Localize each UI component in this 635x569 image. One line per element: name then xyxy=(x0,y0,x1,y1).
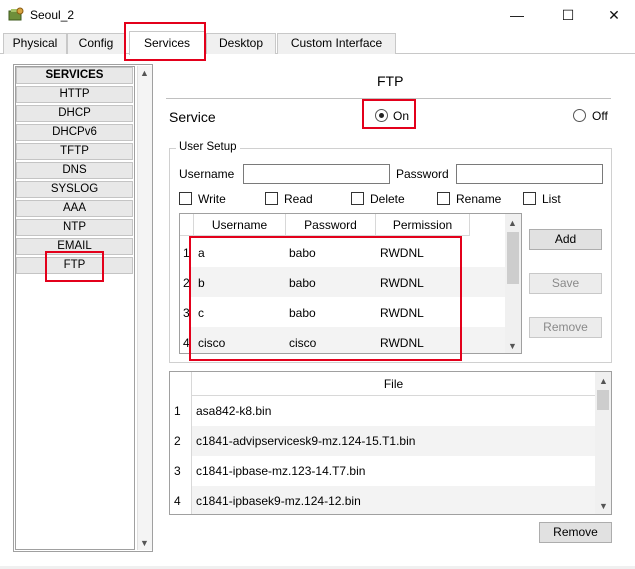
scroll-down-icon[interactable]: ▼ xyxy=(596,501,611,511)
list-checkbox[interactable] xyxy=(523,192,536,205)
read-label: Read xyxy=(284,192,313,206)
users-highlight xyxy=(189,236,462,361)
write-label: Write xyxy=(198,192,226,206)
window-title: Seoul_2 xyxy=(30,8,75,22)
username-field[interactable] xyxy=(243,164,390,184)
file-name: c1841-ipbase-mz.123-14.T7.bin xyxy=(196,464,366,478)
service-off-label: Off xyxy=(592,109,608,123)
scroll-thumb[interactable] xyxy=(597,390,609,410)
username-label: Username xyxy=(179,167,235,181)
sidebar-item-ntp[interactable]: NTP xyxy=(16,219,133,236)
list-label: List xyxy=(542,192,561,206)
sidebar-item-http[interactable]: HTTP xyxy=(16,86,133,103)
file-number: 3 xyxy=(174,464,181,478)
file-number: 2 xyxy=(174,434,181,448)
scroll-up-icon[interactable]: ▲ xyxy=(596,376,611,386)
rename-label: Rename xyxy=(456,192,502,206)
on-radio-highlight xyxy=(362,99,416,129)
maximize-button[interactable]: ☐ xyxy=(558,6,578,24)
save-button[interactable]: Save xyxy=(529,273,602,294)
service-off-radio[interactable] xyxy=(573,109,586,122)
tab-custom-interface[interactable]: Custom Interface xyxy=(277,33,396,54)
sidebar-item-syslog[interactable]: SYSLOG xyxy=(16,181,133,198)
username-column-header[interactable]: Username xyxy=(194,214,286,236)
scroll-down-icon[interactable]: ▼ xyxy=(137,538,152,548)
file-name: c1841-advipservicesk9-mz.124-15.T1.bin xyxy=(196,434,416,448)
app-icon xyxy=(8,7,24,23)
user-setup-legend: User Setup xyxy=(176,141,240,153)
read-checkbox[interactable] xyxy=(265,192,278,205)
scroll-down-icon[interactable]: ▼ xyxy=(505,341,520,351)
delete-label: Delete xyxy=(370,192,405,206)
file-number: 1 xyxy=(174,404,181,418)
ftp-item-highlight xyxy=(45,251,104,282)
file-name: c1841-ipbasek9-mz.124-12.bin xyxy=(196,494,361,508)
sidebar-scrollbar[interactable] xyxy=(137,66,152,550)
sidebar-item-aaa[interactable]: AAA xyxy=(16,200,133,217)
delete-checkbox[interactable] xyxy=(351,192,364,205)
sidebar-item-dns[interactable]: DNS xyxy=(16,162,133,179)
row-number-header xyxy=(180,214,194,236)
services-header: SERVICES xyxy=(16,67,133,84)
remove-user-button[interactable]: Remove xyxy=(529,317,602,338)
scroll-up-icon[interactable]: ▲ xyxy=(505,218,520,228)
tab-physical[interactable]: Physical xyxy=(3,33,67,54)
close-button[interactable]: ✕ xyxy=(604,6,624,24)
scroll-up-icon[interactable]: ▲ xyxy=(137,68,152,78)
file-name: asa842-k8.bin xyxy=(196,404,272,418)
password-label: Password xyxy=(396,167,449,181)
sidebar-item-dhcpv6[interactable]: DHCPv6 xyxy=(16,124,133,141)
rename-checkbox[interactable] xyxy=(437,192,450,205)
remove-file-button[interactable]: Remove xyxy=(539,522,612,543)
password-column-header[interactable]: Password xyxy=(286,214,376,236)
sidebar-item-tftp[interactable]: TFTP xyxy=(16,143,133,160)
sidebar-item-dhcp[interactable]: DHCP xyxy=(16,105,133,122)
password-field[interactable] xyxy=(456,164,603,184)
title-bar xyxy=(0,0,635,30)
add-button[interactable]: Add xyxy=(529,229,602,250)
file-number: 4 xyxy=(174,494,181,508)
write-checkbox[interactable] xyxy=(179,192,192,205)
scroll-thumb[interactable] xyxy=(507,232,519,284)
tab-config[interactable]: Config xyxy=(67,33,125,54)
page-title: FTP xyxy=(377,73,404,89)
file-column-header[interactable]: File xyxy=(192,372,595,396)
services-tab-highlight xyxy=(124,22,206,61)
permission-column-header[interactable]: Permission xyxy=(376,214,470,236)
service-label: Service xyxy=(169,109,216,125)
minimize-button[interactable]: — xyxy=(507,6,527,24)
tab-desktop[interactable]: Desktop xyxy=(206,33,276,54)
